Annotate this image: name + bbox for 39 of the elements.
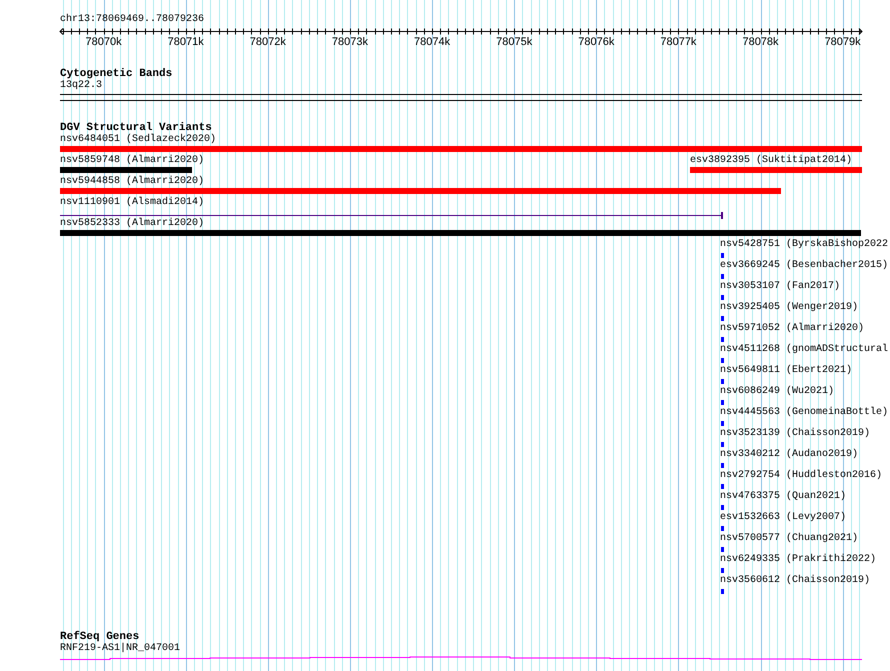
location-label: chr13:78069469..78079236 (60, 14, 206, 26)
variant-label: nsv5700577 (Chuang2021) (720, 533, 858, 545)
ruler-label: 78074k (414, 36, 450, 48)
band-label: 13q22.3 (60, 80, 102, 92)
variant-label: esv3892395 (Suktitipat2014) (690, 155, 852, 167)
variant-label: nsv5428751 (ByrskaBishop2022 (720, 239, 888, 251)
variant-label: nsv5971052 (Almarri2020) (720, 323, 864, 335)
variant-label: nsv5859748 (Almarri2020) (60, 155, 204, 167)
track-title: RefSeq Genes (60, 631, 140, 643)
variant-label: nsv4511268 (gnomADStructural (720, 344, 888, 356)
ruler-label: 78071k (168, 36, 204, 48)
variant-label: nsv1110901 (Alsmadi2014) (60, 197, 204, 209)
variant-label: nsv6086249 (Wu2021) (720, 386, 834, 398)
track-title: Cytogenetic Bands (60, 68, 172, 80)
variant-label: nsv3053107 (Fan2017) (720, 281, 840, 293)
variant-label: nsv2792754 (Huddleston2016) (720, 470, 882, 482)
ruler-label: 78070k (86, 36, 122, 48)
variant-label: nsv5649811 (Ebert2021) (720, 365, 852, 377)
variant-label: nsv5852333 (Almarri2020) (60, 218, 204, 230)
variant-label: nsv3340212 (Audano2019) (720, 449, 858, 461)
variant-label: esv1532663 (Levy2007) (720, 512, 846, 524)
variant-label: nsv6484051 (Sedlazeck2020) (60, 134, 216, 146)
ruler-label: 78073k (332, 36, 368, 48)
gene-label: RNF219-AS1|NR_047001 (60, 643, 180, 655)
variant-label: nsv4763375 (Quan2021) (720, 491, 846, 503)
ruler-label: 78078k (742, 36, 779, 48)
variant-label: esv3669245 (Besenbacher2015) (720, 260, 888, 272)
variant-label: nsv3523139 (Chaisson2019) (720, 428, 870, 440)
ruler-label: 78075k (496, 36, 532, 48)
variant-label: nsv5944858 (Almarri2020) (60, 176, 204, 188)
ruler-label: 78076k (578, 36, 614, 48)
ruler-label: 78079k (824, 36, 861, 48)
ruler-label: 78077k (660, 36, 696, 48)
ruler-label: 78072k (250, 36, 286, 48)
variant-label: nsv4445563 (GenomeinaBottle) (720, 407, 888, 419)
track-title: DGV Structural Variants (60, 122, 212, 134)
variant-label: nsv3925405 (Wenger2019) (720, 302, 858, 314)
variant-label: nsv3560612 (Chaisson2019) (720, 575, 870, 587)
variant-label: nsv6249335 (Prakrithi2022) (720, 554, 876, 566)
